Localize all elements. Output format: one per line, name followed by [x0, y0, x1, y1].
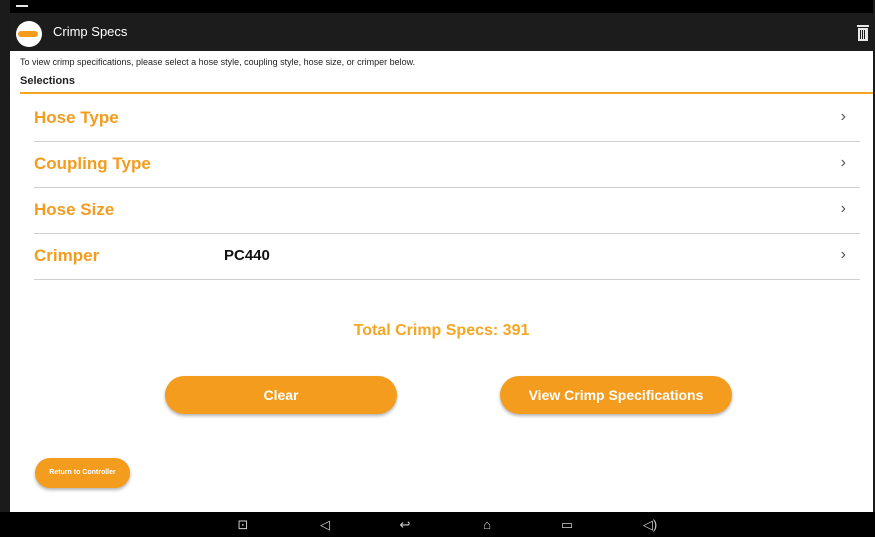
hose-size-label: Hose Size	[34, 200, 115, 219]
hose-type-row[interactable]: Hose Type ›	[34, 96, 860, 142]
recent-apps-icon[interactable]: ▭	[552, 516, 582, 533]
view-crimp-specifications-button[interactable]: View Crimp Specifications	[500, 376, 732, 414]
hose-type-label: Hose Type	[34, 108, 119, 127]
chevron-right-icon: ›	[840, 246, 846, 263]
coupling-type-row[interactable]: Coupling Type ›	[34, 142, 860, 188]
app-screen: Crimp Specs To view crimp specifications…	[10, 0, 873, 537]
coupling-type-label: Coupling Type	[34, 154, 151, 173]
total-crimp-specs: Total Crimp Specs: 391	[353, 322, 530, 339]
crimper-value: PC440	[224, 247, 270, 264]
company-logo[interactable]	[16, 21, 42, 47]
back-icon[interactable]: ↩	[390, 516, 420, 533]
volume-down-icon[interactable]: ◁	[310, 516, 340, 533]
instructions-text: To view crimp specifications, please sel…	[20, 57, 416, 67]
status-bar	[10, 0, 873, 13]
hose-size-row[interactable]: Hose Size ›	[34, 188, 860, 234]
trash-icon[interactable]	[857, 25, 869, 41]
volume-up-icon[interactable]: ◁)	[633, 516, 667, 533]
camera-icon[interactable]: ⊡	[228, 516, 258, 533]
chevron-right-icon: ›	[840, 200, 846, 217]
chevron-right-icon: ›	[840, 108, 846, 125]
selections-heading: Selections	[20, 75, 76, 87]
app-title: Crimp Specs	[53, 24, 128, 39]
crimper-row[interactable]: Crimper PC440 ›	[34, 234, 860, 280]
chevron-right-icon: ›	[840, 154, 846, 171]
crimper-label: Crimper	[34, 246, 100, 265]
row-divider	[34, 279, 860, 280]
navigation-bar: ⊡ ◁ ↩ ⌂ ▭ ◁)	[0, 512, 875, 537]
clear-button[interactable]: Clear	[165, 376, 397, 414]
action-bar: Crimp Specs	[10, 13, 873, 51]
notification-icon	[16, 5, 28, 7]
home-icon[interactable]: ⌂	[472, 516, 502, 533]
selections-divider	[20, 92, 873, 94]
return-to-controller-button[interactable]: Return to Controller	[35, 458, 130, 488]
